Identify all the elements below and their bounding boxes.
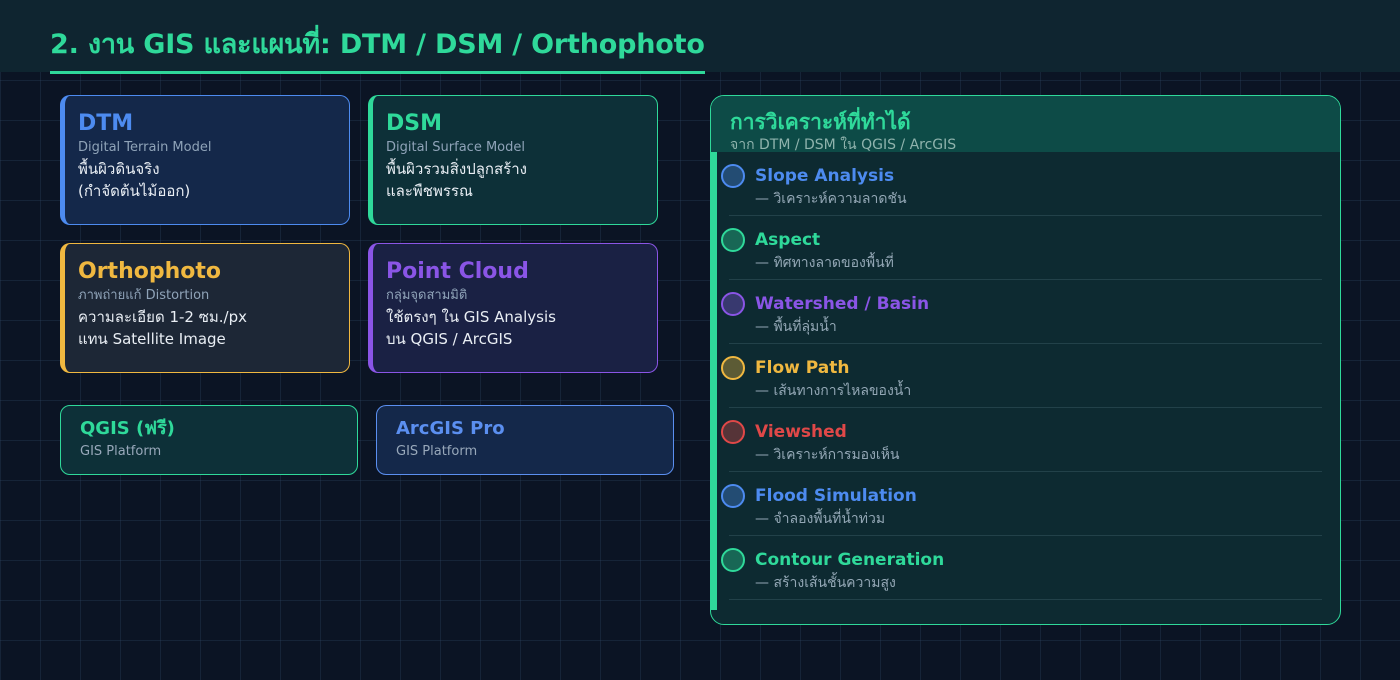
card-subtitle: Digital Terrain Model [78,140,212,155]
card-dtm: DTM Digital Terrain Model พื้นผิวดินจริง… [60,95,350,225]
analysis-panel: การวิเคราะห์ที่ทำได้ จาก DTM / DSM ใน QG… [710,95,1341,625]
panel-accent-bar [711,152,717,610]
analysis-item-name: Flow Path [755,358,850,378]
bullet-dot-icon [721,356,745,380]
analysis-item-contour: Contour Generation — สร้างเส้นชั้นความสู… [721,536,1322,600]
analysis-panel-subtitle: จาก DTM / DSM ใน QGIS / ArcGIS [730,137,957,153]
card-title: DSM [386,111,442,136]
analysis-item-desc: — พื้นที่ลุ่มน้ำ [755,319,837,335]
analysis-item-name: Slope Analysis [755,166,895,186]
analysis-item-name: Contour Generation [755,550,945,570]
analysis-item-desc: — ทิศทางลาดของพื้นที่ [755,255,894,271]
analysis-item-name: Flood Simulation [755,486,917,506]
analysis-panel-title: การวิเคราะห์ที่ทำได้ [730,110,911,134]
card-desc-line2: บน QGIS / ArcGIS [386,330,513,348]
bullet-dot-icon [721,420,745,444]
card-subtitle: Digital Surface Model [386,140,525,155]
bullet-dot-icon [721,164,745,188]
software-name: ArcGIS Pro [396,418,505,439]
card-subtitle: กลุ่มจุดสามมิติ [386,288,468,303]
analysis-item-aspect: Aspect — ทิศทางลาดของพื้นที่ [721,216,1322,280]
card-point-cloud: Point Cloud กลุ่มจุดสามมิติ ใช้ตรงๆ ใน G… [368,243,658,373]
card-dsm: DSM Digital Surface Model พื้นผิวรวมสิ่ง… [368,95,658,225]
card-subtitle: ภาพถ่ายแก้ Distortion [78,288,210,303]
card-title: Point Cloud [386,259,529,284]
analysis-item-desc: — วิเคราะห์ความลาดชัน [755,191,907,207]
analysis-item-flow-path: Flow Path — เส้นทางการไหลของน้ำ [721,344,1322,408]
card-desc-line2: (กำจัดต้นไม้ออก) [78,182,191,200]
analysis-item-slope: Slope Analysis — วิเคราะห์ความลาดชัน [721,152,1322,216]
analysis-item-desc: — เส้นทางการไหลของน้ำ [755,383,912,399]
analysis-panel-header: การวิเคราะห์ที่ทำได้ จาก DTM / DSM ใน QG… [711,96,1340,153]
software-qgis: QGIS (ฟรี) GIS Platform [60,405,358,475]
analysis-item-desc: — จำลองพื้นที่น้ำท่วม [755,511,886,527]
analysis-item-name: Aspect [755,230,821,250]
bullet-dot-icon [721,228,745,252]
card-title: Orthophoto [78,259,221,284]
card-desc-line1: พื้นผิวรวมสิ่งปลูกสร้าง [386,160,527,178]
analysis-item-viewshed: Viewshed — วิเคราะห์การมองเห็น [721,408,1322,472]
bullet-dot-icon [721,548,745,572]
analysis-item-flood-simulation: Flood Simulation — จำลองพื้นที่น้ำท่วม [721,472,1322,536]
analysis-item-name: Watershed / Basin [755,294,930,314]
analysis-list: Slope Analysis — วิเคราะห์ความลาดชัน Asp… [721,152,1322,600]
analysis-item-watershed: Watershed / Basin — พื้นที่ลุ่มน้ำ [721,280,1322,344]
analysis-item-desc: — สร้างเส้นชั้นความสูง [755,575,896,591]
software-type: GIS Platform [396,444,478,459]
analysis-item-desc: — วิเคราะห์การมองเห็น [755,447,900,463]
software-arcgis-pro: ArcGIS Pro GIS Platform [376,405,674,475]
analysis-item-name: Viewshed [755,422,847,442]
bullet-dot-icon [721,292,745,316]
card-title: DTM [78,111,134,136]
card-desc-line1: ความละเอียด 1-2 ซม./px [78,308,248,326]
page-title: 2. งาน GIS และแผนที่: DTM / DSM / Orthop… [50,22,705,74]
card-desc-line2: แทน Satellite Image [78,330,226,348]
bullet-dot-icon [721,484,745,508]
card-orthophoto: Orthophoto ภาพถ่ายแก้ Distortion ความละเ… [60,243,350,373]
card-desc-line2: และพืชพรรณ [386,182,473,200]
card-desc-line1: ใช้ตรงๆ ใน GIS Analysis [386,308,556,326]
software-name: QGIS (ฟรี) [80,418,175,439]
card-desc-line1: พื้นผิวดินจริง [78,160,160,178]
software-type: GIS Platform [80,444,162,459]
